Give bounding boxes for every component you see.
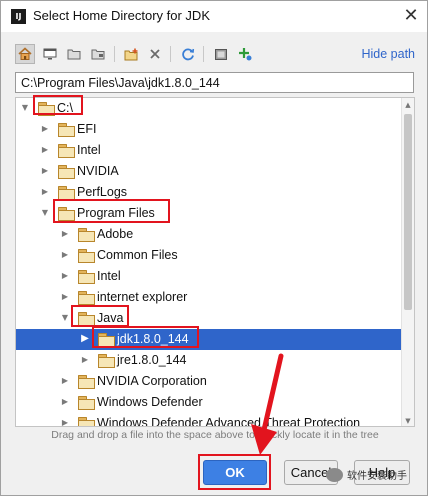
desktop-icon[interactable] [40,44,60,64]
chevron-right-icon[interactable]: ▶ [60,397,70,407]
chevron-right-icon[interactable]: ▶ [60,292,70,302]
wechat-logo-icon [326,467,343,482]
chevron-right-icon[interactable]: ▶ [80,355,90,365]
chevron-right-icon[interactable]: ▶ [40,124,50,134]
window-title: Select Home Directory for JDK [33,8,210,23]
tree-row-label: C:\ [57,101,73,115]
tree-row-label: NVIDIA Corporation [97,374,207,388]
tree-row-label: internet explorer [97,290,188,304]
watermark: 软件安装助手 [326,467,407,482]
tree-row-label: NVIDIA [77,164,119,178]
chevron-right-icon[interactable]: ▶ [40,187,50,197]
folder-icon [58,144,75,158]
tree-row-adobe[interactable]: ▶ Adobe [16,224,402,245]
folder-icon [78,270,95,284]
tree-row-windows-defender-atp[interactable]: ▶ Windows Defender Advanced Threat Prote… [16,413,402,427]
folder-icon [58,165,75,179]
watermark-text: 软件安装助手 [347,471,407,482]
folder-icon [98,354,115,368]
tree-row-program-files[interactable]: ▼ Program Files [16,203,402,224]
chevron-right-icon[interactable]: ▶ [40,166,50,176]
folder-icon [78,249,95,263]
toolbar-separator [203,46,204,62]
path-input[interactable]: C:\Program Files\Java\jdk1.8.0_144 [15,72,414,93]
new-folder-icon[interactable] [121,44,141,64]
add-icon[interactable] [235,44,255,64]
tree-row-nvidia[interactable]: ▶ NVIDIA [16,161,402,182]
title-bar: IJ Select Home Directory for JDK ✕ [1,1,427,32]
tree-row-label: Intel [77,143,101,157]
chevron-right-icon[interactable]: ▶ [60,229,70,239]
tree-row-label: EFI [77,122,97,136]
folder-icon [78,396,95,410]
delete-icon[interactable] [145,44,165,64]
show-hidden-icon[interactable] [211,44,231,64]
module-folder-icon[interactable] [88,44,108,64]
refresh-icon[interactable] [178,44,198,64]
tree-row-common-files[interactable]: ▶ Common Files [16,245,402,266]
tree-row-label: Common Files [97,248,178,262]
vertical-scrollbar[interactable]: ▲ ▼ [401,98,414,426]
toolbar-separator [114,46,115,62]
tree-row-label: Windows Defender Advanced Threat Protect… [97,416,361,427]
folder-icon [58,186,75,200]
tree-row-label: PerfLogs [77,185,128,199]
tree-row-jre[interactable]: ▶ jre1.8.0_144 [16,350,402,371]
folder-icon [78,375,95,389]
tree-row-java[interactable]: ▼ Java [16,308,402,329]
tree-row-jdk[interactable]: ▶ jdk1.8.0_144 [16,329,402,350]
toolbar: Hide path [15,44,415,66]
chevron-down-icon[interactable]: ▼ [20,103,30,113]
tree-row-label: jdk1.8.0_144 [117,332,189,346]
scroll-thumb[interactable] [404,114,412,310]
drag-drop-hint: Drag and drop a file into the space abov… [51,429,379,441]
chevron-right-icon[interactable]: ▶ [60,271,70,281]
chevron-right-icon[interactable]: ▶ [80,334,90,344]
chevron-right-icon[interactable]: ▶ [40,145,50,155]
chevron-down-icon[interactable]: ▼ [60,313,70,323]
toolbar-separator [170,46,171,62]
folder-icon [58,207,75,221]
close-icon[interactable]: ✕ [395,1,427,32]
chevron-right-icon[interactable]: ▶ [60,250,70,260]
scroll-down-icon[interactable]: ▼ [402,414,414,426]
project-folder-icon[interactable] [64,44,84,64]
scroll-up-icon[interactable]: ▲ [402,98,414,112]
folder-icon [38,102,55,116]
ok-button[interactable]: OK [203,460,267,485]
chevron-down-icon[interactable]: ▼ [40,208,50,218]
folder-icon [78,417,95,426]
chevron-right-icon[interactable]: ▶ [60,376,70,386]
tree-row-intel-pf[interactable]: ▶ Intel [16,266,402,287]
tree-row-label: Adobe [97,227,134,241]
tree-row-label: jre1.8.0_144 [117,353,187,367]
folder-icon [78,312,95,326]
chevron-right-icon[interactable]: ▶ [60,418,70,426]
folder-icon [58,123,75,137]
tree-row-internet-explorer[interactable]: ▶ internet explorer [16,287,402,308]
folder-icon [98,333,115,347]
tree-row-perflogs[interactable]: ▶ PerfLogs [16,182,402,203]
tree-row-label: Intel [97,269,121,283]
home-icon[interactable] [15,44,35,64]
tree-row-c-drive[interactable]: ▼ C:\ [16,98,402,119]
hide-path-link[interactable]: Hide path [361,47,415,61]
intellij-app-icon: IJ [11,9,26,24]
tree-row-intel[interactable]: ▶ Intel [16,140,402,161]
directory-tree[interactable]: ▼ C:\ ▶ EFI ▶ Intel ▶ NVIDIA ▶ PerfLogs … [15,97,415,427]
dialog-window: IJ Select Home Directory for JDK ✕ Hide … [0,0,428,496]
folder-icon [78,228,95,242]
tree-row-efi[interactable]: ▶ EFI [16,119,402,140]
tree-row-label: Java [97,311,124,325]
tree-row-label: Program Files [77,206,155,220]
tree-row-windows-defender[interactable]: ▶ Windows Defender [16,392,402,413]
tree-row-nvidia-corporation[interactable]: ▶ NVIDIA Corporation [16,371,402,392]
folder-icon [78,291,95,305]
tree-row-label: Windows Defender [97,395,203,409]
